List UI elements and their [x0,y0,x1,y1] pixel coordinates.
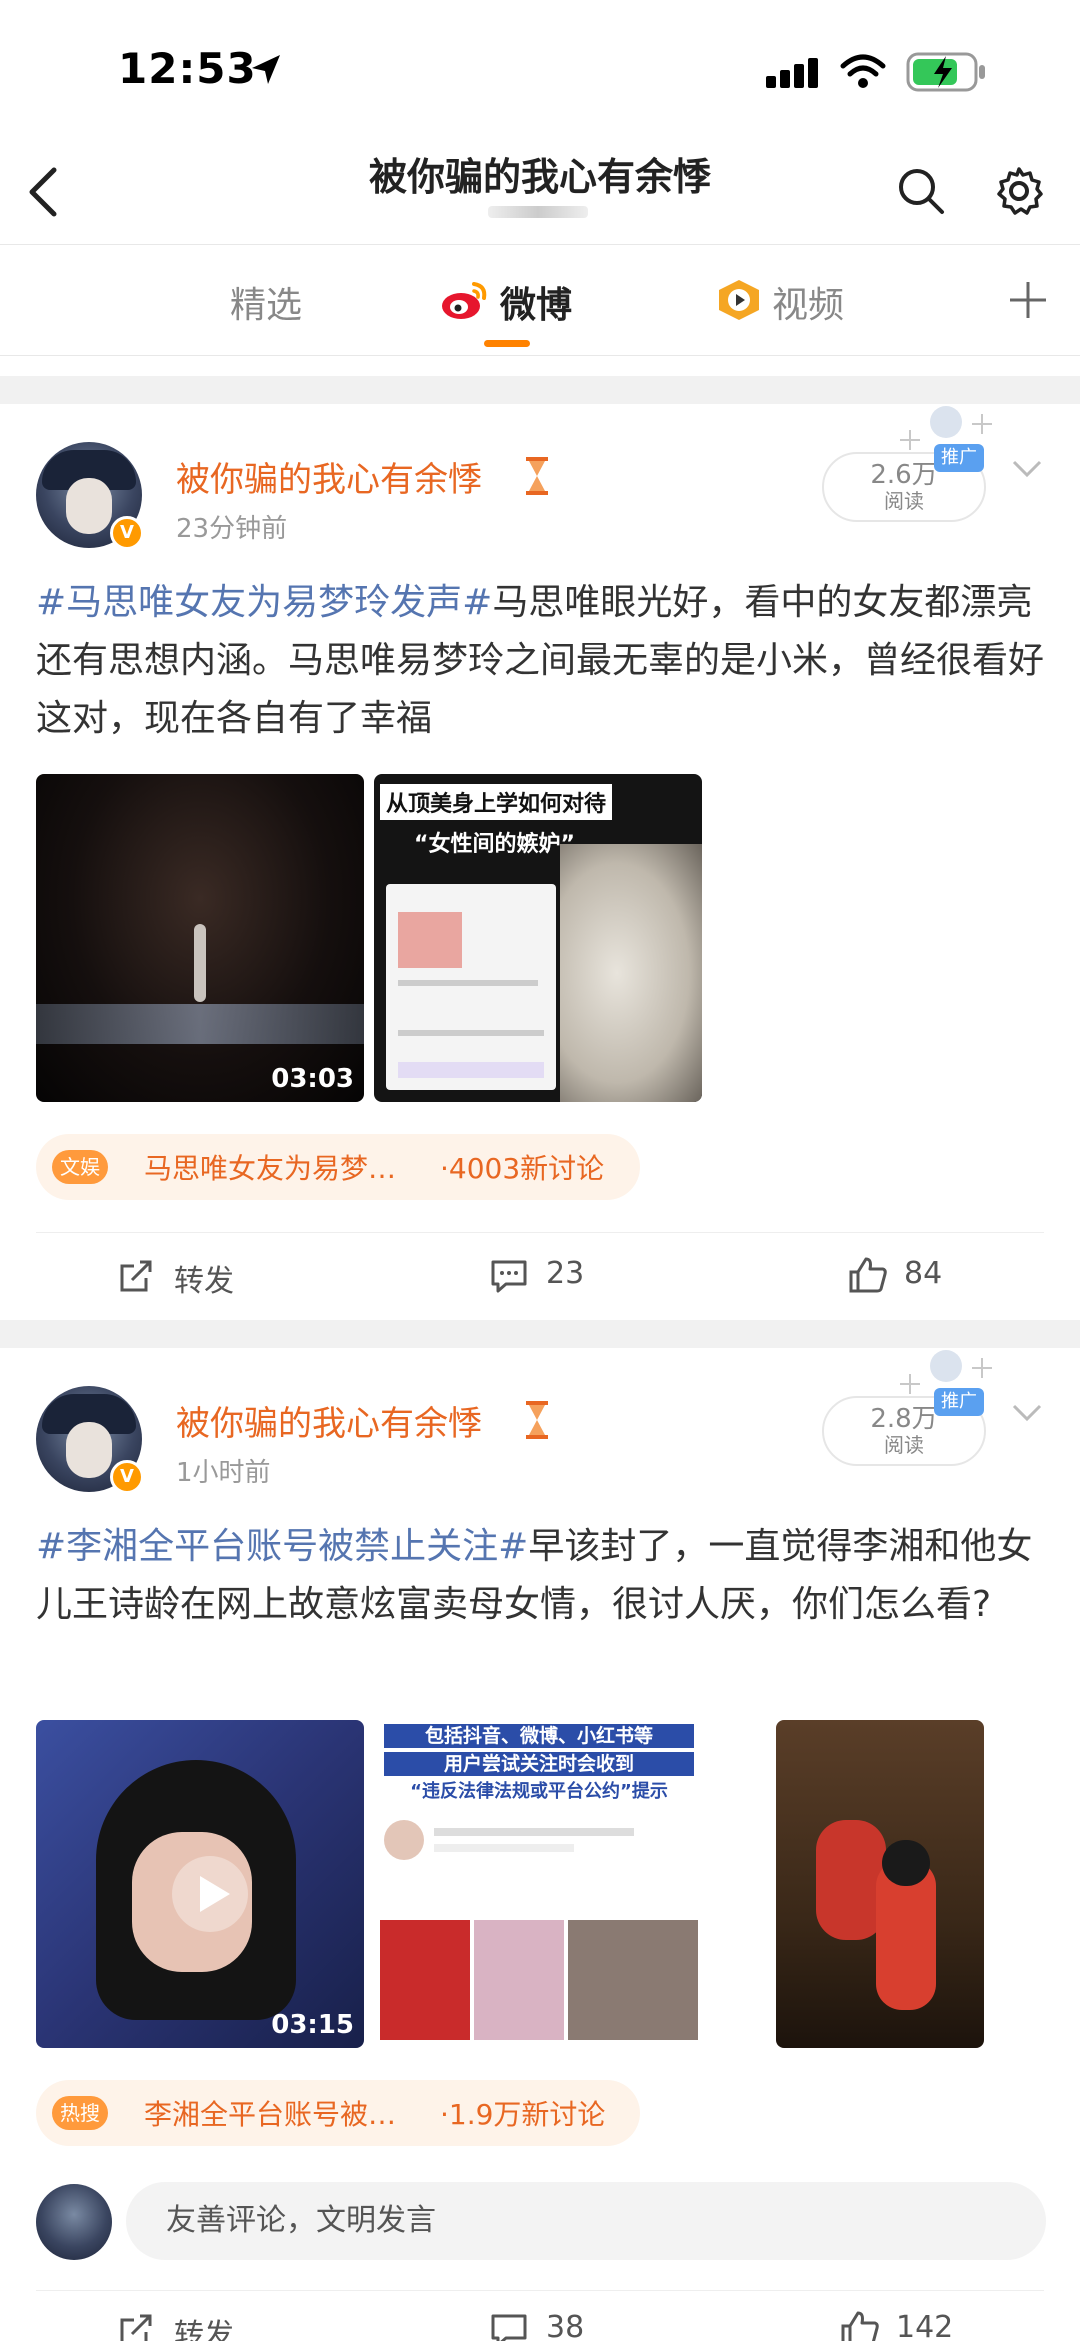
repost-button[interactable]: 转发 [118,2306,318,2341]
video-thumbnail[interactable]: 03:15 [36,1720,364,2048]
wifi-icon [840,54,886,88]
post-body: #李湘全平台账号被禁止关注#早该封了，一直觉得李湘和他女儿王诗龄在网上故意炫富卖… [36,1518,1046,1634]
repost-label: 转发 [174,1264,234,1299]
read-label: 阅读 [884,489,924,513]
read-label: 阅读 [884,1433,924,1457]
chevron-down-icon[interactable] [1010,1400,1044,1426]
repost-icon [120,1260,152,1292]
tab-featured[interactable]: 精选 [230,276,302,328]
image-thumbnail[interactable]: 从顶美身上学如何对待 “女性间的嫉妒” [374,774,702,1102]
tab-weibo[interactable]: 微博 [500,276,572,328]
like-count: 84 [904,1256,943,1291]
comment-count: 38 [546,2310,585,2341]
topic-title: 李湘全平台账号被… [144,2098,397,2131]
promoted-tag: 推广 [934,1388,984,1416]
topic-category-badge: 热搜 [52,2096,108,2130]
like-button[interactable]: 142 [840,2306,1040,2341]
image-title-line2: 用户尝试关注时会收到 [384,1752,694,1776]
post-username[interactable]: 被你骗的我心有余悸 [176,452,482,501]
location-arrow-icon [252,55,280,84]
video-thumbnail[interactable]: 03:03 [36,774,364,1102]
image-title-line2: “女性间的嫉妒” [414,832,575,857]
topic-discussion-count: ·1.9万新讨论 [440,2098,606,2131]
thumbs-up-icon [849,1257,887,1293]
grid-photo [380,1920,470,2040]
image-title-line1: 从顶美身上学如何对待 [380,784,613,820]
comment-icon [491,1260,527,1293]
post-time: 1小时前 [176,1458,271,1488]
topic-pill[interactable]: 热搜 李湘全平台账号被… ·1.9万新讨论 [36,2080,640,2146]
promoted-tag: 推广 [934,444,984,472]
like-button[interactable]: 84 [848,1252,1048,1302]
weibo-logo-icon [442,282,487,319]
comment-button[interactable]: 38 [490,2306,690,2341]
image-thumbnail[interactable]: 包括抖音、微博、小红书等 用户尝试关注时会收到 “违反法律法规或平台公约”提示 [374,1720,702,2048]
screenshot-panel [386,884,556,1090]
post-time: 23分钟前 [176,514,288,544]
post-body: #马思唯女友为易梦玲发声#马思唯眼光好，看中的女友都漂亮还有思想内涵。马思唯易梦… [36,574,1046,748]
thumbs-up-icon [841,2311,879,2341]
active-tab-indicator [484,340,530,347]
grid-photo [568,1920,698,2040]
image-thumbnail[interactable] [776,1720,984,2048]
hourglass-icon [526,1401,548,1439]
tab-video[interactable]: 视频 [772,276,844,328]
topic-title: 马思唯女友为易梦… [144,1152,397,1185]
topic-pill[interactable]: 文娱 马思唯女友为易梦… ·4003新讨论 [36,1134,640,1200]
video-duration: 03:15 [271,2010,354,2040]
post-username[interactable]: 被你骗的我心有余悸 [176,1396,482,1445]
play-button[interactable] [172,1856,248,1932]
repost-button[interactable]: 转发 [118,1252,318,1302]
topic-discussion-count: ·4003新讨论 [440,1152,605,1185]
child-hair [882,1840,930,1886]
battery-charging-icon [906,52,985,92]
status-time: 12:53 [118,44,257,93]
search-icon[interactable] [896,166,946,216]
add-tab-plus-icon[interactable] [1008,280,1048,320]
weibo-profile-feed: 12:53 被你骗的我心有余悸 精选 微博 视频 V 被你骗的我心有余悸 23分… [0,0,1080,2341]
comment-icon [491,2314,527,2341]
repost-icon [120,2314,152,2341]
post-hashtag[interactable]: #李湘全平台账号被禁止关注# [36,1526,528,1567]
chevron-down-icon[interactable] [1010,456,1044,482]
stage-performer [194,924,206,1002]
my-avatar[interactable] [36,2184,112,2260]
grid-photo [474,1920,564,2040]
verified-badge-icon: V [110,1460,144,1494]
page-subtitle-blurred [488,206,588,218]
video-duration: 03:03 [271,1064,354,1094]
post-hashtag[interactable]: #马思唯女友为易梦玲发声# [36,582,492,623]
comment-input[interactable]: 友善评论，文明发言 [126,2182,1046,2260]
stage-fog [36,1004,364,1044]
profile-avatar [384,1820,424,1860]
image-title-line1: 包括抖音、微博、小红书等 [384,1724,694,1748]
comment-count: 23 [546,1256,585,1291]
repost-label: 转发 [174,2318,234,2341]
divider [36,1232,1044,1233]
like-count: 142 [896,2310,954,2341]
hand-photo [560,844,702,1102]
comment-button[interactable]: 23 [490,1252,690,1302]
settings-gear-icon[interactable] [994,166,1044,216]
hourglass-icon [526,457,548,495]
verified-badge-icon: V [110,516,144,550]
divider [36,2290,1044,2291]
topic-category-badge: 文娱 [52,1150,108,1184]
play-icon [200,1876,230,1912]
cellular-signal-icon [766,58,818,88]
video-channel-icon [719,280,759,320]
image-title-line3: “违反法律法规或平台公约”提示 [410,1781,668,1802]
